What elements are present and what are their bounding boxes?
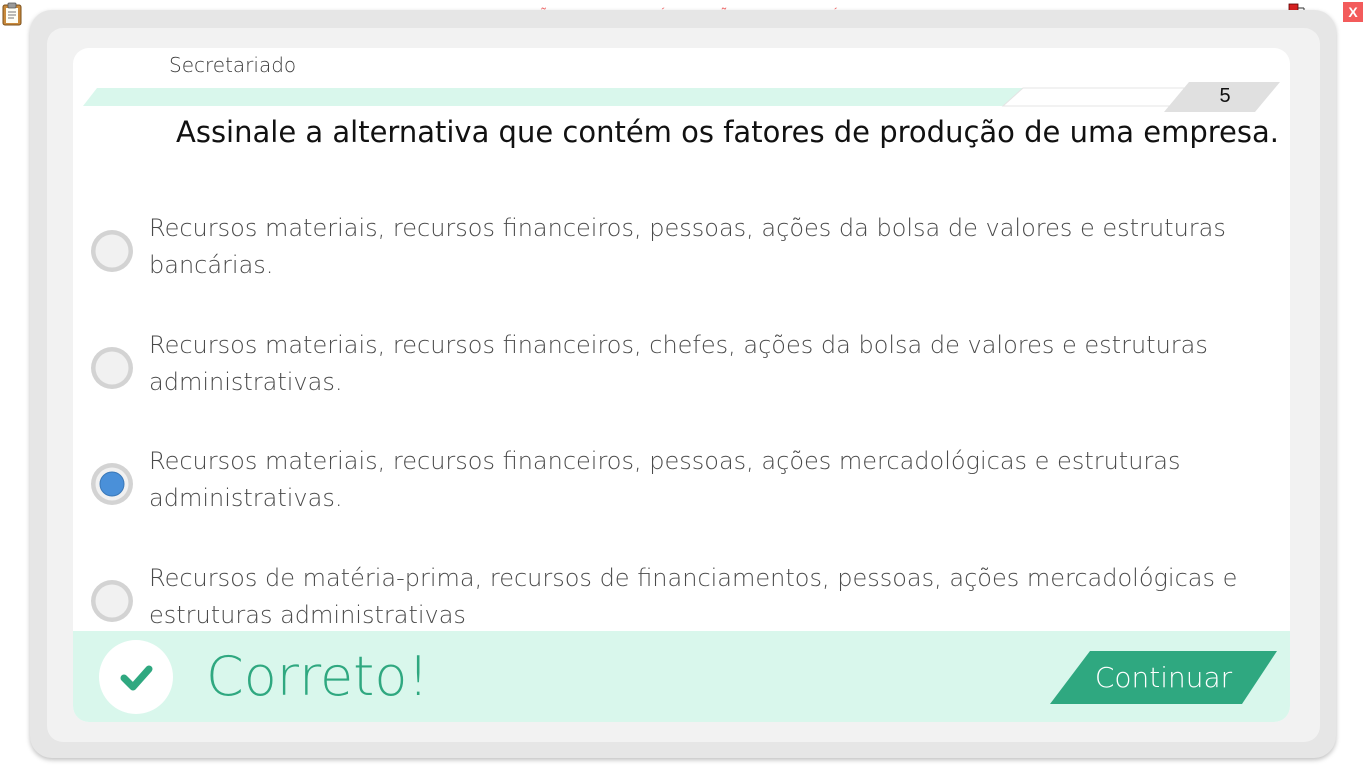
continue-button[interactable]: Continuar (1050, 651, 1277, 704)
progress-bar (83, 82, 1280, 112)
question-text: Assinale a alternativa que contém os fat… (176, 115, 1279, 149)
question-number: 5 (1219, 85, 1231, 107)
question-card: Secretariado 5 Assinale a alternativa qu… (73, 48, 1290, 722)
answer-option-text: Recursos de matéria-prima, recursos de f… (149, 564, 1238, 629)
radio-button[interactable] (90, 346, 134, 390)
radio-button[interactable] (90, 229, 134, 273)
answer-option-4[interactable]: Recursos de matéria-prima, recursos de f… (90, 564, 1250, 638)
answer-option-1[interactable]: Recursos materiais, recursos financeiros… (90, 214, 1250, 288)
continue-button-label: Continuar (1094, 661, 1233, 694)
answer-option-3[interactable]: Recursos materiais, recursos financeiros… (90, 447, 1250, 521)
feedback-banner: Correto! Continuar (73, 631, 1290, 722)
radio-button[interactable] (90, 579, 134, 623)
feedback-result: Correto! (206, 645, 430, 708)
check-icon (120, 665, 153, 691)
answer-option-text: Recursos materiais, recursos financeiros… (149, 331, 1208, 396)
answer-option-2[interactable]: Recursos materiais, recursos financeiros… (90, 331, 1250, 405)
answer-option-text: Recursos materiais, recursos financeiros… (149, 447, 1181, 512)
clipboard-icon[interactable] (2, 2, 22, 26)
subject-title: Secretariado (169, 53, 297, 77)
check-badge (99, 640, 173, 714)
close-button[interactable]: X (1343, 2, 1363, 22)
answer-option-text: Recursos materiais, recursos financeiros… (149, 214, 1226, 279)
radio-button-selected[interactable] (90, 462, 134, 506)
